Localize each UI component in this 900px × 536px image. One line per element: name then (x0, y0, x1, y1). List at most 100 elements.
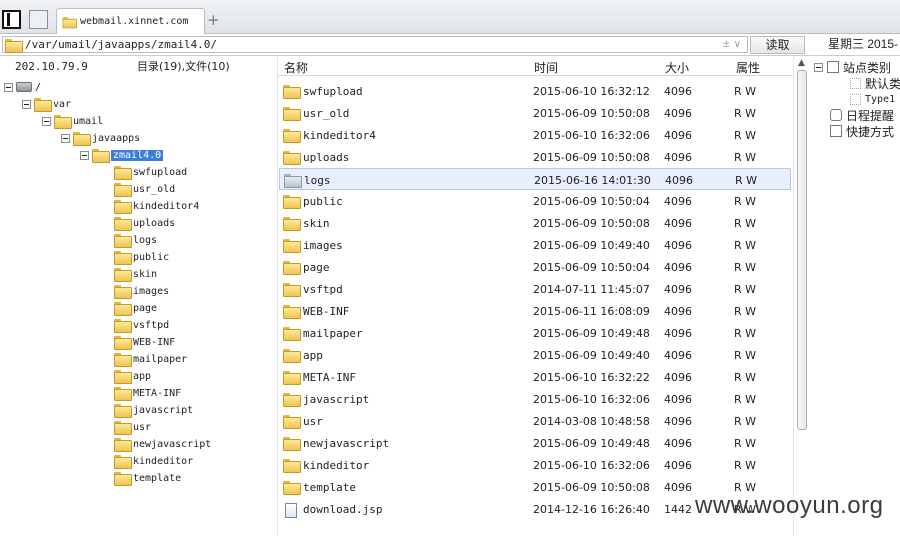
tree-node[interactable]: uploads (114, 215, 175, 231)
dir-summary: 目录(19),文件(10) (137, 60, 230, 73)
table-row[interactable]: newjavascript 2015-06-09 10:49:48 4096 R W (279, 432, 791, 454)
file-name[interactable]: public (303, 195, 343, 208)
file-name[interactable]: skin (303, 217, 330, 230)
new-tab-button[interactable]: + (207, 11, 220, 29)
path-input[interactable]: /var/umail/javaapps/zmail4.0/ ± ∨ (2, 36, 748, 53)
file-size: 4096 (664, 239, 692, 252)
tree-node[interactable]: usr_old (114, 181, 175, 197)
sidebar-toggle-icon[interactable] (2, 10, 21, 29)
table-row[interactable]: WEB-INF 2015-06-11 16:08:09 4096 R W (279, 300, 791, 322)
tree-node-javaapps[interactable]: javaapps (61, 130, 140, 146)
file-name[interactable]: META-INF (303, 371, 356, 384)
file-name[interactable]: newjavascript (303, 437, 389, 450)
file-size: 4096 (664, 195, 692, 208)
shortcuts[interactable]: 快捷方式 (830, 123, 894, 139)
collapse-icon[interactable] (814, 62, 823, 72)
column-attr[interactable]: 属性 (736, 59, 760, 76)
collapse-icon[interactable] (4, 82, 13, 92)
tree-node[interactable]: app (114, 368, 151, 384)
file-name[interactable]: swfupload (303, 85, 363, 98)
file-name[interactable]: uploads (303, 151, 349, 164)
file-name[interactable]: mailpaper (303, 327, 363, 340)
table-row[interactable]: skin 2015-06-09 10:50:08 4096 R W (279, 212, 791, 234)
file-name[interactable]: app (303, 349, 323, 362)
path-text: /var/umail/javaapps/zmail4.0/ (25, 38, 218, 51)
file-name[interactable]: logs (304, 174, 331, 187)
tree-node[interactable]: template (114, 470, 181, 486)
file-name[interactable]: usr_old (303, 107, 349, 120)
file-name[interactable]: usr (303, 415, 323, 428)
tree-node[interactable]: page (114, 300, 157, 316)
tree-node[interactable]: skin (114, 266, 157, 282)
category-default[interactable]: 默认类 (850, 75, 900, 91)
table-row[interactable]: META-INF 2015-06-10 16:32:22 4096 R W (279, 366, 791, 388)
tree-node[interactable]: META-INF (114, 385, 181, 401)
table-row[interactable]: page 2015-06-09 10:50:04 4096 R W (279, 256, 791, 278)
site-categories[interactable]: 站点类别 (814, 59, 891, 75)
right-sidebar: 站点类别 默认类 Type1 日程提醒 快捷方式 (810, 56, 900, 536)
tree-node-var[interactable]: var (22, 96, 71, 112)
file-name[interactable]: download.jsp (303, 503, 382, 516)
tree-node-zmail[interactable]: zmail4.0 (80, 147, 164, 163)
collapse-icon[interactable] (42, 116, 51, 126)
tree-node[interactable]: kindeditor (114, 453, 193, 469)
table-row[interactable]: public 2015-06-09 10:50:04 4096 R W (279, 190, 791, 212)
table-row[interactable]: kindeditor4 2015-06-10 16:32:06 4096 R W (279, 124, 791, 146)
table-row[interactable]: mailpaper 2015-06-09 10:49:48 4096 R W (279, 322, 791, 344)
file-attr: R W (734, 107, 757, 120)
tree-node[interactable]: usr (114, 419, 151, 435)
file-name[interactable]: page (303, 261, 330, 274)
table-row[interactable]: vsftpd 2014-07-11 11:45:07 4096 R W (279, 278, 791, 300)
read-button[interactable]: 读取 (750, 36, 805, 54)
table-row[interactable]: images 2015-06-09 10:49:40 4096 R W (279, 234, 791, 256)
table-row[interactable]: usr_old 2015-06-09 10:50:08 4096 R W (279, 102, 791, 124)
folder-icon (114, 302, 132, 316)
tree-node[interactable]: WEB-INF (114, 334, 175, 350)
folder-icon (114, 455, 132, 469)
tree-node[interactable]: images (114, 283, 169, 299)
folder-icon (283, 481, 301, 495)
table-row[interactable]: uploads 2015-06-09 10:50:08 4096 R W (279, 146, 791, 168)
tree-node[interactable]: kindeditor4 (114, 198, 199, 214)
tree-node[interactable]: swfupload (114, 164, 187, 180)
file-name[interactable]: kindeditor (303, 459, 369, 472)
table-row[interactable]: javascript 2015-06-10 16:32:06 4096 R W (279, 388, 791, 410)
column-size[interactable]: 大小 (665, 59, 689, 76)
file-size: 4096 (664, 107, 692, 120)
collapse-icon[interactable] (22, 99, 31, 109)
table-row[interactable]: app 2015-06-09 10:49:40 4096 R W (279, 344, 791, 366)
tree-node[interactable]: vsftpd (114, 317, 169, 333)
table-row[interactable]: usr 2014-03-08 10:48:58 4096 R W (279, 410, 791, 432)
file-name[interactable]: vsftpd (303, 283, 343, 296)
tree-node-umail[interactable]: umail (42, 113, 103, 129)
table-row[interactable]: logs 2015-06-16 14:01:30 4096 R W (279, 168, 791, 190)
tree-node[interactable]: javascript (114, 402, 193, 418)
tree-node[interactable]: mailpaper (114, 351, 187, 367)
schedule-reminder[interactable]: 日程提醒 (830, 107, 894, 123)
tree-node[interactable]: newjavascript (114, 436, 211, 452)
category-type1[interactable]: Type1 (850, 91, 895, 107)
browser-tab[interactable]: webmail.xinnet.com (56, 8, 205, 34)
tree-node[interactable]: logs (114, 232, 157, 248)
collapse-icon[interactable] (80, 150, 89, 160)
tree-node-root[interactable]: / (4, 79, 41, 95)
folder-icon (114, 285, 132, 299)
column-name[interactable]: 名称 (284, 59, 308, 76)
tab-icon[interactable] (29, 10, 48, 29)
file-name[interactable]: images (303, 239, 343, 252)
file-name[interactable]: WEB-INF (303, 305, 349, 318)
file-name[interactable]: javascript (303, 393, 369, 406)
file-list-header: 名称 时间 大小 属性 (278, 56, 793, 76)
file-name[interactable]: template (303, 481, 356, 494)
file-list-scrollbar[interactable]: ▲ (793, 56, 810, 536)
file-name[interactable]: kindeditor4 (303, 129, 376, 142)
scrollbar-thumb[interactable] (797, 70, 807, 430)
column-time[interactable]: 时间 (534, 59, 558, 76)
file-time: 2015-06-10 16:32:06 (533, 393, 650, 406)
collapse-icon[interactable] (61, 133, 70, 143)
scroll-up-icon[interactable]: ▲ (798, 58, 805, 68)
table-row[interactable]: kindeditor 2015-06-10 16:32:06 4096 R W (279, 454, 791, 476)
table-row[interactable]: swfupload 2015-06-10 16:32:12 4096 R W (279, 80, 791, 102)
path-dropdown[interactable]: ± ∨ (722, 39, 741, 50)
tree-node[interactable]: public (114, 249, 169, 265)
